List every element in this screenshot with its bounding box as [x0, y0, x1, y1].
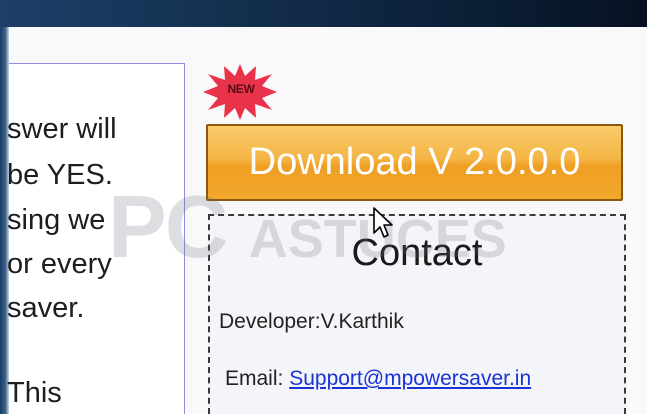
email-label: Email:: [225, 367, 284, 390]
new-badge-label: NEW: [227, 82, 255, 96]
description-line: or every: [7, 248, 112, 280]
description-line: swer will: [7, 113, 117, 145]
description-line: sing we: [7, 204, 106, 236]
contact-title: Contact: [351, 232, 483, 274]
support-email-link[interactable]: Support@mpowersaver.in: [289, 367, 531, 390]
description-panel: swer will be YES. sing we or every saver…: [7, 63, 185, 414]
download-button[interactable]: Download V 2.0.0.0: [206, 124, 623, 201]
description-line: saver.: [7, 292, 85, 324]
contact-box: Contact Developer:V.Karthik Email: Suppo…: [208, 214, 626, 414]
window-header-bar: [0, 0, 647, 27]
developer-name: V.Karthik: [320, 310, 404, 333]
description-line: be YES.: [7, 159, 113, 191]
description-line: This: [7, 377, 62, 409]
email-line: Email: Support@mpowersaver.in: [225, 367, 531, 391]
developer-line: Developer:V.Karthik: [219, 310, 404, 334]
developer-label: Developer:: [219, 310, 321, 333]
mouse-cursor-icon: [372, 206, 396, 242]
